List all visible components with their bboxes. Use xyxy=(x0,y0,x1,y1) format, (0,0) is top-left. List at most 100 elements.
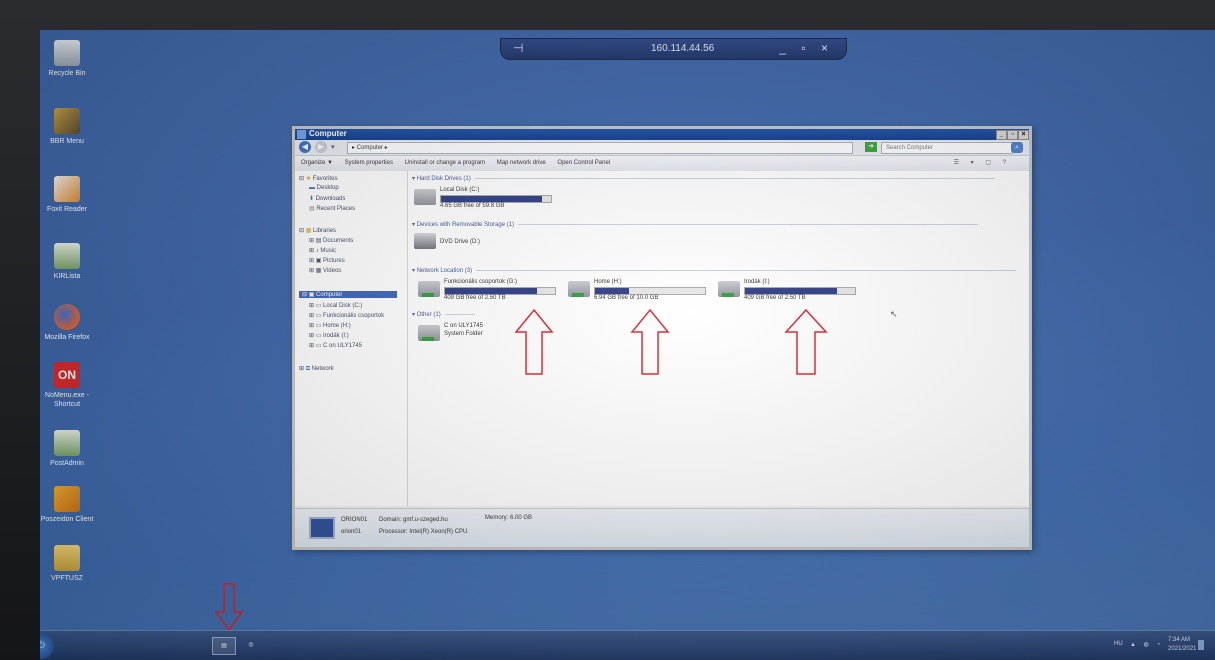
desktop-icon-label: Poszeidon Client xyxy=(40,516,94,523)
network-drive-icon: ▭ xyxy=(315,323,322,329)
nav-videos[interactable]: ⊞ ▦ Videos xyxy=(309,267,341,274)
window-titlebar[interactable]: Computer _ ▫ × xyxy=(295,129,1029,140)
group-header-other[interactable]: ▾ Other (1) xyxy=(412,311,475,318)
uninstall-program-button[interactable]: Uninstall or change a program xyxy=(405,160,485,166)
map-network-drive-button[interactable]: Map network drive xyxy=(497,160,546,166)
command-bar: Organize ▼ System properties Uninstall o… xyxy=(295,156,1029,172)
nav-local-disk[interactable]: ⊞ ▭ Local Disk (C:) xyxy=(309,302,362,309)
desktop-icon-label: Foxit Reader xyxy=(46,206,88,213)
desktop-icon-kirlista[interactable]: KIRLista xyxy=(40,243,102,281)
group-header-hdd[interactable]: ▾ Hard Disk Drives (1) xyxy=(412,175,995,182)
computer-name: ORION01 xyxy=(341,517,368,523)
start-button[interactable]: ⏻ xyxy=(40,633,54,659)
desktop-icon-recycle-bin[interactable]: Recycle Bin xyxy=(40,40,102,78)
system-tray: HU ▲ ◍ ◔ 7:34 AM 2021/2021 xyxy=(1112,636,1207,656)
star-icon: ★ xyxy=(305,176,312,182)
poszeidon-icon xyxy=(54,486,80,512)
desktop-icon-label: NoMenu.exe - Shortcut xyxy=(45,392,89,408)
desktop-icon-vpftusz[interactable]: VPFTUSZ xyxy=(40,545,102,583)
nomenu-icon: ON xyxy=(54,362,80,388)
desktop-icon-nomenu[interactable]: ON NoMenu.exe - Shortcut xyxy=(40,362,102,409)
drive-name: DVD Drive (D:) xyxy=(440,239,480,245)
clock-time[interactable]: 7:34 AM xyxy=(1168,637,1190,643)
network-drive-icon: ▭ xyxy=(315,343,322,349)
nav-downloads[interactable]: ⬇ Downloads xyxy=(309,195,345,202)
history-dropdown-icon[interactable]: ▾ xyxy=(331,143,335,151)
language-indicator[interactable]: HU xyxy=(1114,641,1123,647)
maximize-button[interactable]: ▫ xyxy=(1007,130,1018,140)
pin-icon[interactable]: ⊣ xyxy=(513,41,523,55)
search-icon[interactable]: ⌕ xyxy=(1011,142,1023,153)
computer-icon xyxy=(297,130,306,139)
drive-name: Funkcionális csoportok (G:) xyxy=(444,279,518,285)
details-pane: ORION01 Domain: gmf.u-szeged.hu Memory: … xyxy=(295,508,1029,547)
computer-icon xyxy=(309,517,335,539)
drive-free-space: 4.65 GB free of 59.8 GB xyxy=(440,203,505,209)
desktop-icon-label: BBR Menu xyxy=(50,138,84,145)
recent-places-icon: ▤ xyxy=(309,206,315,212)
minimize-button[interactable]: _ xyxy=(996,130,1007,140)
nav-recent-places[interactable]: ▤ Recent Places xyxy=(309,205,355,212)
libraries-icon: ▦ xyxy=(305,228,312,234)
drive-name: Local Disk (C:) xyxy=(440,187,480,193)
nav-pictures[interactable]: ⊞ ▣ Pictures xyxy=(309,257,345,264)
remote-desktop-bar[interactable]: ⊣ 160.114.44.56 _ ▫ × xyxy=(500,38,847,60)
remote-window-controls[interactable]: _ ▫ × xyxy=(779,41,834,55)
desktop-icon-label: VPFTUSZ xyxy=(51,575,83,582)
breadcrumb[interactable]: ▸ Computer ▸ xyxy=(347,142,853,154)
nav-documents[interactable]: ⊞ ▤ Documents xyxy=(309,237,353,244)
refresh-icon[interactable]: ➜ xyxy=(865,142,877,152)
system-properties-button[interactable]: System properties xyxy=(345,160,393,166)
clock-date[interactable]: 2021/2021 xyxy=(1168,646,1196,652)
group-header-network[interactable]: ▾ Network Location (3) xyxy=(412,267,1017,274)
drive-name: Irodák (I:) xyxy=(744,279,770,285)
desktop-icon-postadmin[interactable]: PostAdmin xyxy=(40,430,102,468)
drive-free-space: 6.94 GB free of 10.0 GB xyxy=(594,295,659,301)
nav-computer[interactable]: ⊟ ▣ Computer xyxy=(299,291,397,298)
drive-icon: ▭ xyxy=(315,303,322,309)
nav-home[interactable]: ⊞ ▭ Home (H:) xyxy=(309,322,351,329)
close-button[interactable]: × xyxy=(1018,130,1029,140)
drive-usage-bar xyxy=(744,287,856,295)
remote-ip: 160.114.44.56 xyxy=(651,43,715,54)
desktop-icon-foxit-reader[interactable]: Foxit Reader xyxy=(40,176,102,214)
tray-icons[interactable]: ▲ ◍ ◔ xyxy=(1130,641,1163,648)
drive-subtitle: System Folder xyxy=(444,331,483,337)
desktop-icon-label: KIRLista xyxy=(53,273,81,280)
nav-music[interactable]: ⊞ ♪ Music xyxy=(309,247,336,254)
nav-libraries[interactable]: ⊟ ▦ Libraries xyxy=(299,227,336,234)
desktop-icon-label: Mozilla Firefox xyxy=(44,334,90,341)
nav-favorites[interactable]: ⊟ ★ Favorites xyxy=(299,175,337,182)
pictures-icon: ▣ xyxy=(315,258,322,264)
postadmin-icon xyxy=(54,430,80,456)
taskbar-explorer-button[interactable]: ▤ xyxy=(212,637,236,655)
videos-icon: ▦ xyxy=(315,268,322,274)
nav-irodak[interactable]: ⊞ ▭ Irodák (I:) xyxy=(309,332,349,339)
open-control-panel-button[interactable]: Open Control Panel xyxy=(557,160,610,166)
organize-button[interactable]: Organize ▼ xyxy=(301,160,333,166)
desktop-icon-bbr-menu[interactable]: BBR Menu xyxy=(40,108,102,146)
nav-funkcionalis[interactable]: ⊞ ▭ Funkcionális csoportok xyxy=(309,312,384,319)
search-input[interactable]: Search Computer xyxy=(881,142,1013,154)
show-desktop-button[interactable] xyxy=(1198,640,1204,650)
firefox-icon xyxy=(54,304,80,330)
drive-name: C on ULY1745 xyxy=(444,323,483,329)
desktop-icon-poszeidon[interactable]: Poszeidon Client xyxy=(40,486,102,524)
desktop-icon-firefox[interactable]: Mozilla Firefox xyxy=(40,304,102,342)
forward-button[interactable]: ▶ xyxy=(315,141,327,153)
computer-domain: Domain: gmf.u-szeged.hu xyxy=(379,517,448,523)
view-options-icon[interactable]: ☰ ▾ ▢ ? xyxy=(954,156,1011,171)
drive-free-space: 409 GB free of 2.50 TB xyxy=(444,295,506,301)
content-pane: ▾ Hard Disk Drives (1) Local Disk (C:) 4… xyxy=(408,171,1029,506)
back-button[interactable]: ◀ xyxy=(299,141,311,153)
annotation-arrow-up xyxy=(630,308,670,375)
nav-network[interactable]: ⊞ ⧉ Network xyxy=(299,365,334,373)
taskbar-app-icon[interactable]: ◎ xyxy=(240,637,262,653)
kirlista-icon xyxy=(54,243,80,269)
nav-c-on-uly[interactable]: ⊞ ▭ C on ULY1745 xyxy=(309,342,362,349)
window-title: Computer xyxy=(309,129,347,138)
annotation-arrow-up xyxy=(514,308,554,375)
annotation-arrow-up xyxy=(784,308,828,375)
group-header-removable[interactable]: ▾ Devices with Removable Storage (1) xyxy=(412,221,979,228)
nav-desktop[interactable]: ▬ Desktop xyxy=(309,185,339,191)
